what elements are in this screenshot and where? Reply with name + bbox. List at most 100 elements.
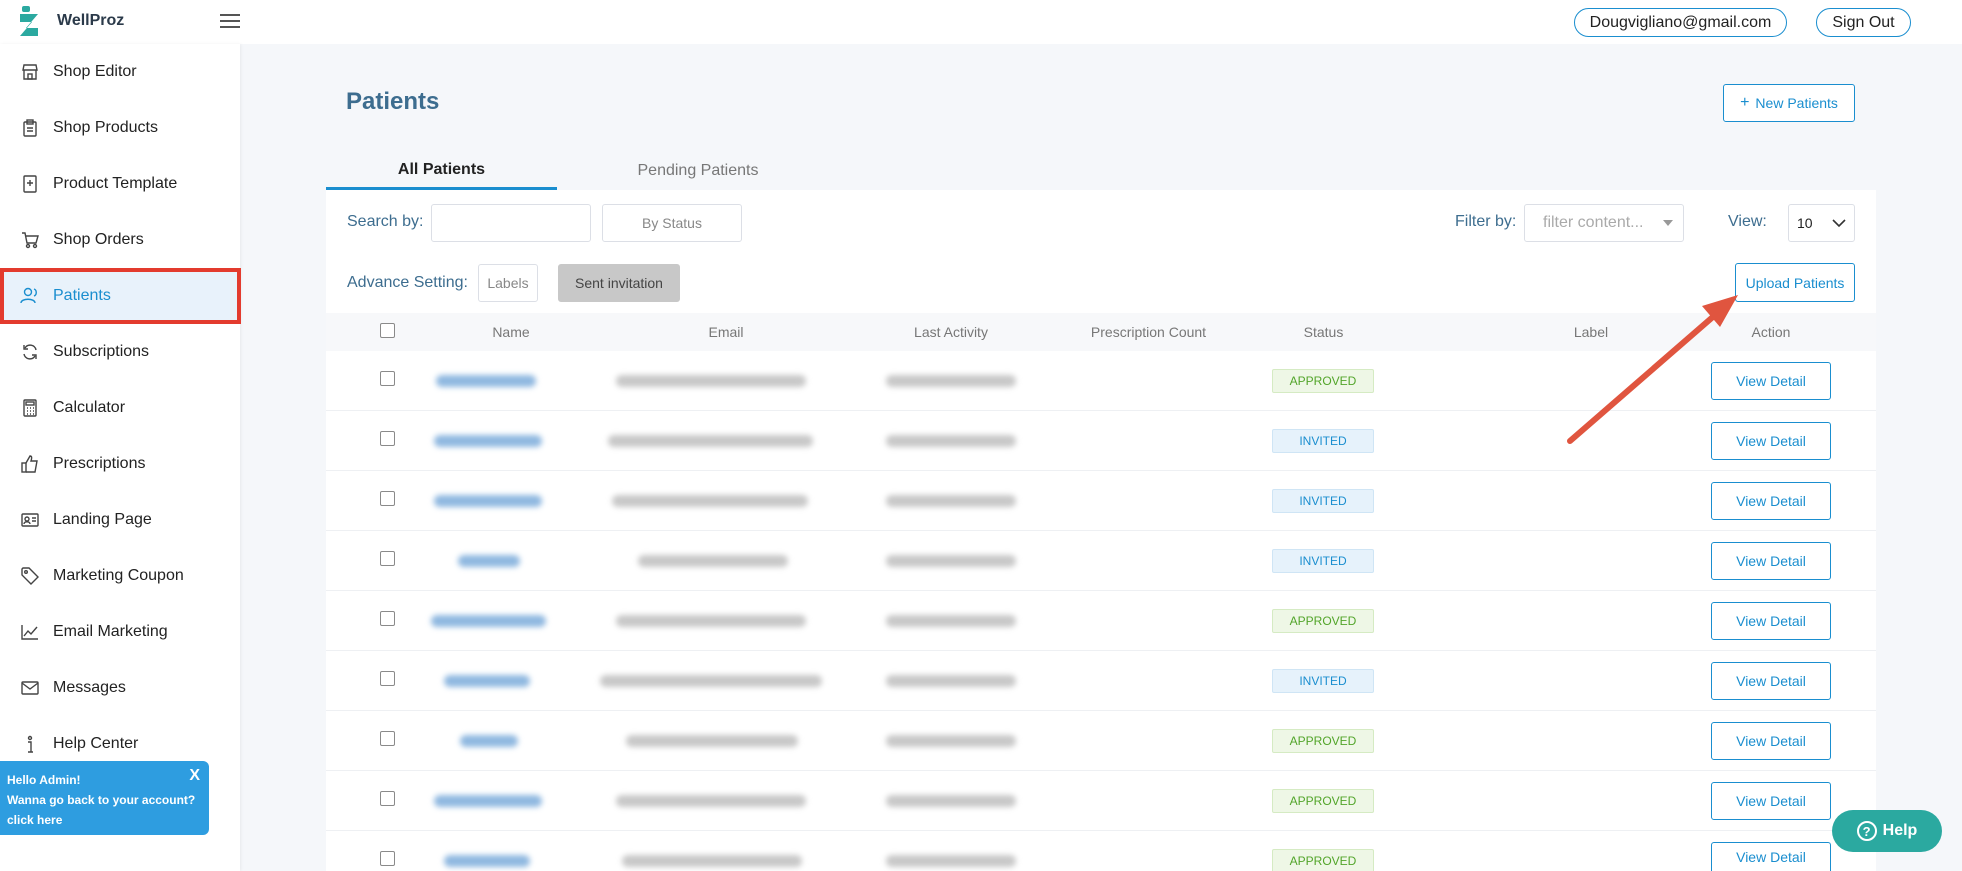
table-row: INVITED View Detail	[326, 411, 1876, 471]
close-icon[interactable]: X	[189, 766, 200, 786]
view-detail-button[interactable]: View Detail	[1711, 782, 1831, 820]
patient-email-blurred	[626, 735, 798, 747]
sidebar-item-shop-editor[interactable]: Shop Editor	[0, 44, 240, 100]
patient-email-blurred	[616, 615, 806, 627]
sidebar-item-label: Shop Orders	[53, 231, 144, 248]
advance-setting-label: Advance Setting:	[347, 274, 468, 291]
tab-all-patients[interactable]: All Patients	[326, 152, 557, 190]
page-title: Patients	[346, 88, 440, 115]
last-activity-blurred	[886, 555, 1016, 567]
popup-greeting: Hello Admin!	[7, 773, 81, 787]
sign-out-button[interactable]: Sign Out	[1816, 8, 1911, 37]
sent-invitation-button[interactable]: Sent invitation	[558, 264, 680, 302]
last-activity-blurred	[886, 855, 1016, 867]
new-patients-button[interactable]: + New Patients	[1723, 84, 1855, 122]
mail-icon	[20, 678, 40, 698]
id-card-icon	[20, 510, 40, 530]
tab-pending-patients[interactable]: Pending Patients	[557, 152, 839, 190]
wellproz-logo-icon	[20, 6, 38, 36]
select-all-checkbox[interactable]	[380, 323, 395, 338]
row-checkbox[interactable]	[380, 731, 395, 746]
column-status: Status	[1303, 324, 1344, 340]
column-name: Name	[492, 324, 530, 340]
sidebar-item-marketing-coupon[interactable]: Marketing Coupon	[0, 548, 240, 604]
patient-email-blurred	[616, 795, 806, 807]
top-bar: WellProz Dougvigliano@gmail.com Sign Out	[0, 0, 1962, 44]
labels-button[interactable]: Labels	[478, 264, 538, 302]
sidebar-item-label: Patients	[53, 287, 111, 304]
view-detail-button[interactable]: View Detail	[1711, 602, 1831, 640]
by-status-select[interactable]: By Status	[602, 204, 742, 242]
tag-icon	[20, 566, 40, 586]
new-patients-label: New Patients	[1755, 95, 1838, 111]
sidebar-item-shop-products[interactable]: Shop Products	[0, 100, 240, 156]
status-badge: INVITED	[1272, 489, 1374, 513]
sidebar-item-shop-orders[interactable]: Shop Orders	[0, 212, 240, 268]
filter-label: Filter by:	[1455, 213, 1517, 230]
sidebar-item-label: Product Template	[53, 175, 178, 192]
patient-name-blurred[interactable]	[444, 675, 530, 687]
last-activity-blurred	[886, 495, 1016, 507]
row-checkbox[interactable]	[380, 851, 395, 866]
row-checkbox[interactable]	[380, 551, 395, 566]
patient-name-blurred[interactable]	[460, 735, 518, 747]
view-detail-button[interactable]: View Detail	[1711, 722, 1831, 760]
patient-email-blurred	[616, 375, 806, 387]
sidebar-item-label: Help Center	[53, 735, 139, 752]
patient-name-blurred[interactable]	[434, 435, 542, 447]
last-activity-blurred	[886, 435, 1016, 447]
patient-name-blurred[interactable]	[458, 555, 520, 567]
patient-name-blurred[interactable]	[431, 615, 546, 627]
popup-link[interactable]: click here	[7, 810, 202, 830]
calculator-icon	[20, 398, 40, 418]
column-last-activity: Last Activity	[914, 324, 988, 340]
sidebar-item-prescriptions[interactable]: Prescriptions	[0, 436, 240, 492]
status-badge: APPROVED	[1272, 369, 1374, 393]
search-input[interactable]	[431, 204, 591, 242]
view-detail-button[interactable]: View Detail	[1711, 842, 1831, 871]
caret-down-icon	[1663, 220, 1673, 226]
view-detail-button[interactable]: View Detail	[1711, 542, 1831, 580]
patient-name-blurred[interactable]	[434, 495, 542, 507]
sidebar-item-calculator[interactable]: Calculator	[0, 380, 240, 436]
brand-name: WellProz	[57, 12, 125, 29]
row-checkbox[interactable]	[380, 491, 395, 506]
sidebar-item-patients[interactable]: Patients	[0, 268, 241, 324]
view-detail-button[interactable]: View Detail	[1711, 422, 1831, 460]
row-checkbox[interactable]	[380, 791, 395, 806]
menu-toggle-icon[interactable]	[220, 14, 240, 30]
question-icon: ?	[1856, 821, 1877, 841]
column-action: Action	[1751, 324, 1791, 340]
sidebar-item-subscriptions[interactable]: Subscriptions	[0, 324, 240, 380]
status-badge: APPROVED	[1272, 849, 1374, 871]
table-row: APPROVED View Detail	[326, 771, 1876, 831]
view-detail-button[interactable]: View Detail	[1711, 482, 1831, 520]
status-badge: INVITED	[1272, 549, 1374, 573]
last-activity-blurred	[886, 675, 1016, 687]
row-checkbox[interactable]	[380, 431, 395, 446]
clipboard-icon	[20, 118, 40, 138]
popup-message: Wanna go back to your account?	[7, 793, 196, 807]
sidebar-item-product-template[interactable]: Product Template	[0, 156, 240, 212]
account-email-button[interactable]: Dougvigliano@gmail.com	[1574, 8, 1787, 37]
patient-name-blurred[interactable]	[436, 375, 536, 387]
row-checkbox[interactable]	[380, 671, 395, 686]
patient-name-blurred[interactable]	[444, 855, 530, 867]
row-checkbox[interactable]	[380, 371, 395, 386]
sidebar-item-email-marketing[interactable]: Email Marketing	[0, 604, 240, 660]
last-activity-blurred	[886, 615, 1016, 627]
column-email: Email	[708, 324, 744, 340]
view-detail-button[interactable]: View Detail	[1711, 362, 1831, 400]
page-size-select[interactable]: 10	[1788, 204, 1855, 242]
filter-select[interactable]: filter content...	[1524, 204, 1684, 242]
row-checkbox[interactable]	[380, 611, 395, 626]
help-button[interactable]: ? Help	[1832, 810, 1942, 852]
table-row: APPROVED View Detail	[326, 831, 1876, 871]
sidebar-item-messages[interactable]: Messages	[0, 660, 240, 716]
upload-patients-button[interactable]: Upload Patients	[1735, 263, 1855, 302]
sidebar-item-label: Landing Page	[53, 511, 152, 528]
cart-icon	[20, 230, 40, 250]
patient-name-blurred[interactable]	[434, 795, 542, 807]
view-detail-button[interactable]: View Detail	[1711, 662, 1831, 700]
sidebar-item-landing-page[interactable]: Landing Page	[0, 492, 240, 548]
